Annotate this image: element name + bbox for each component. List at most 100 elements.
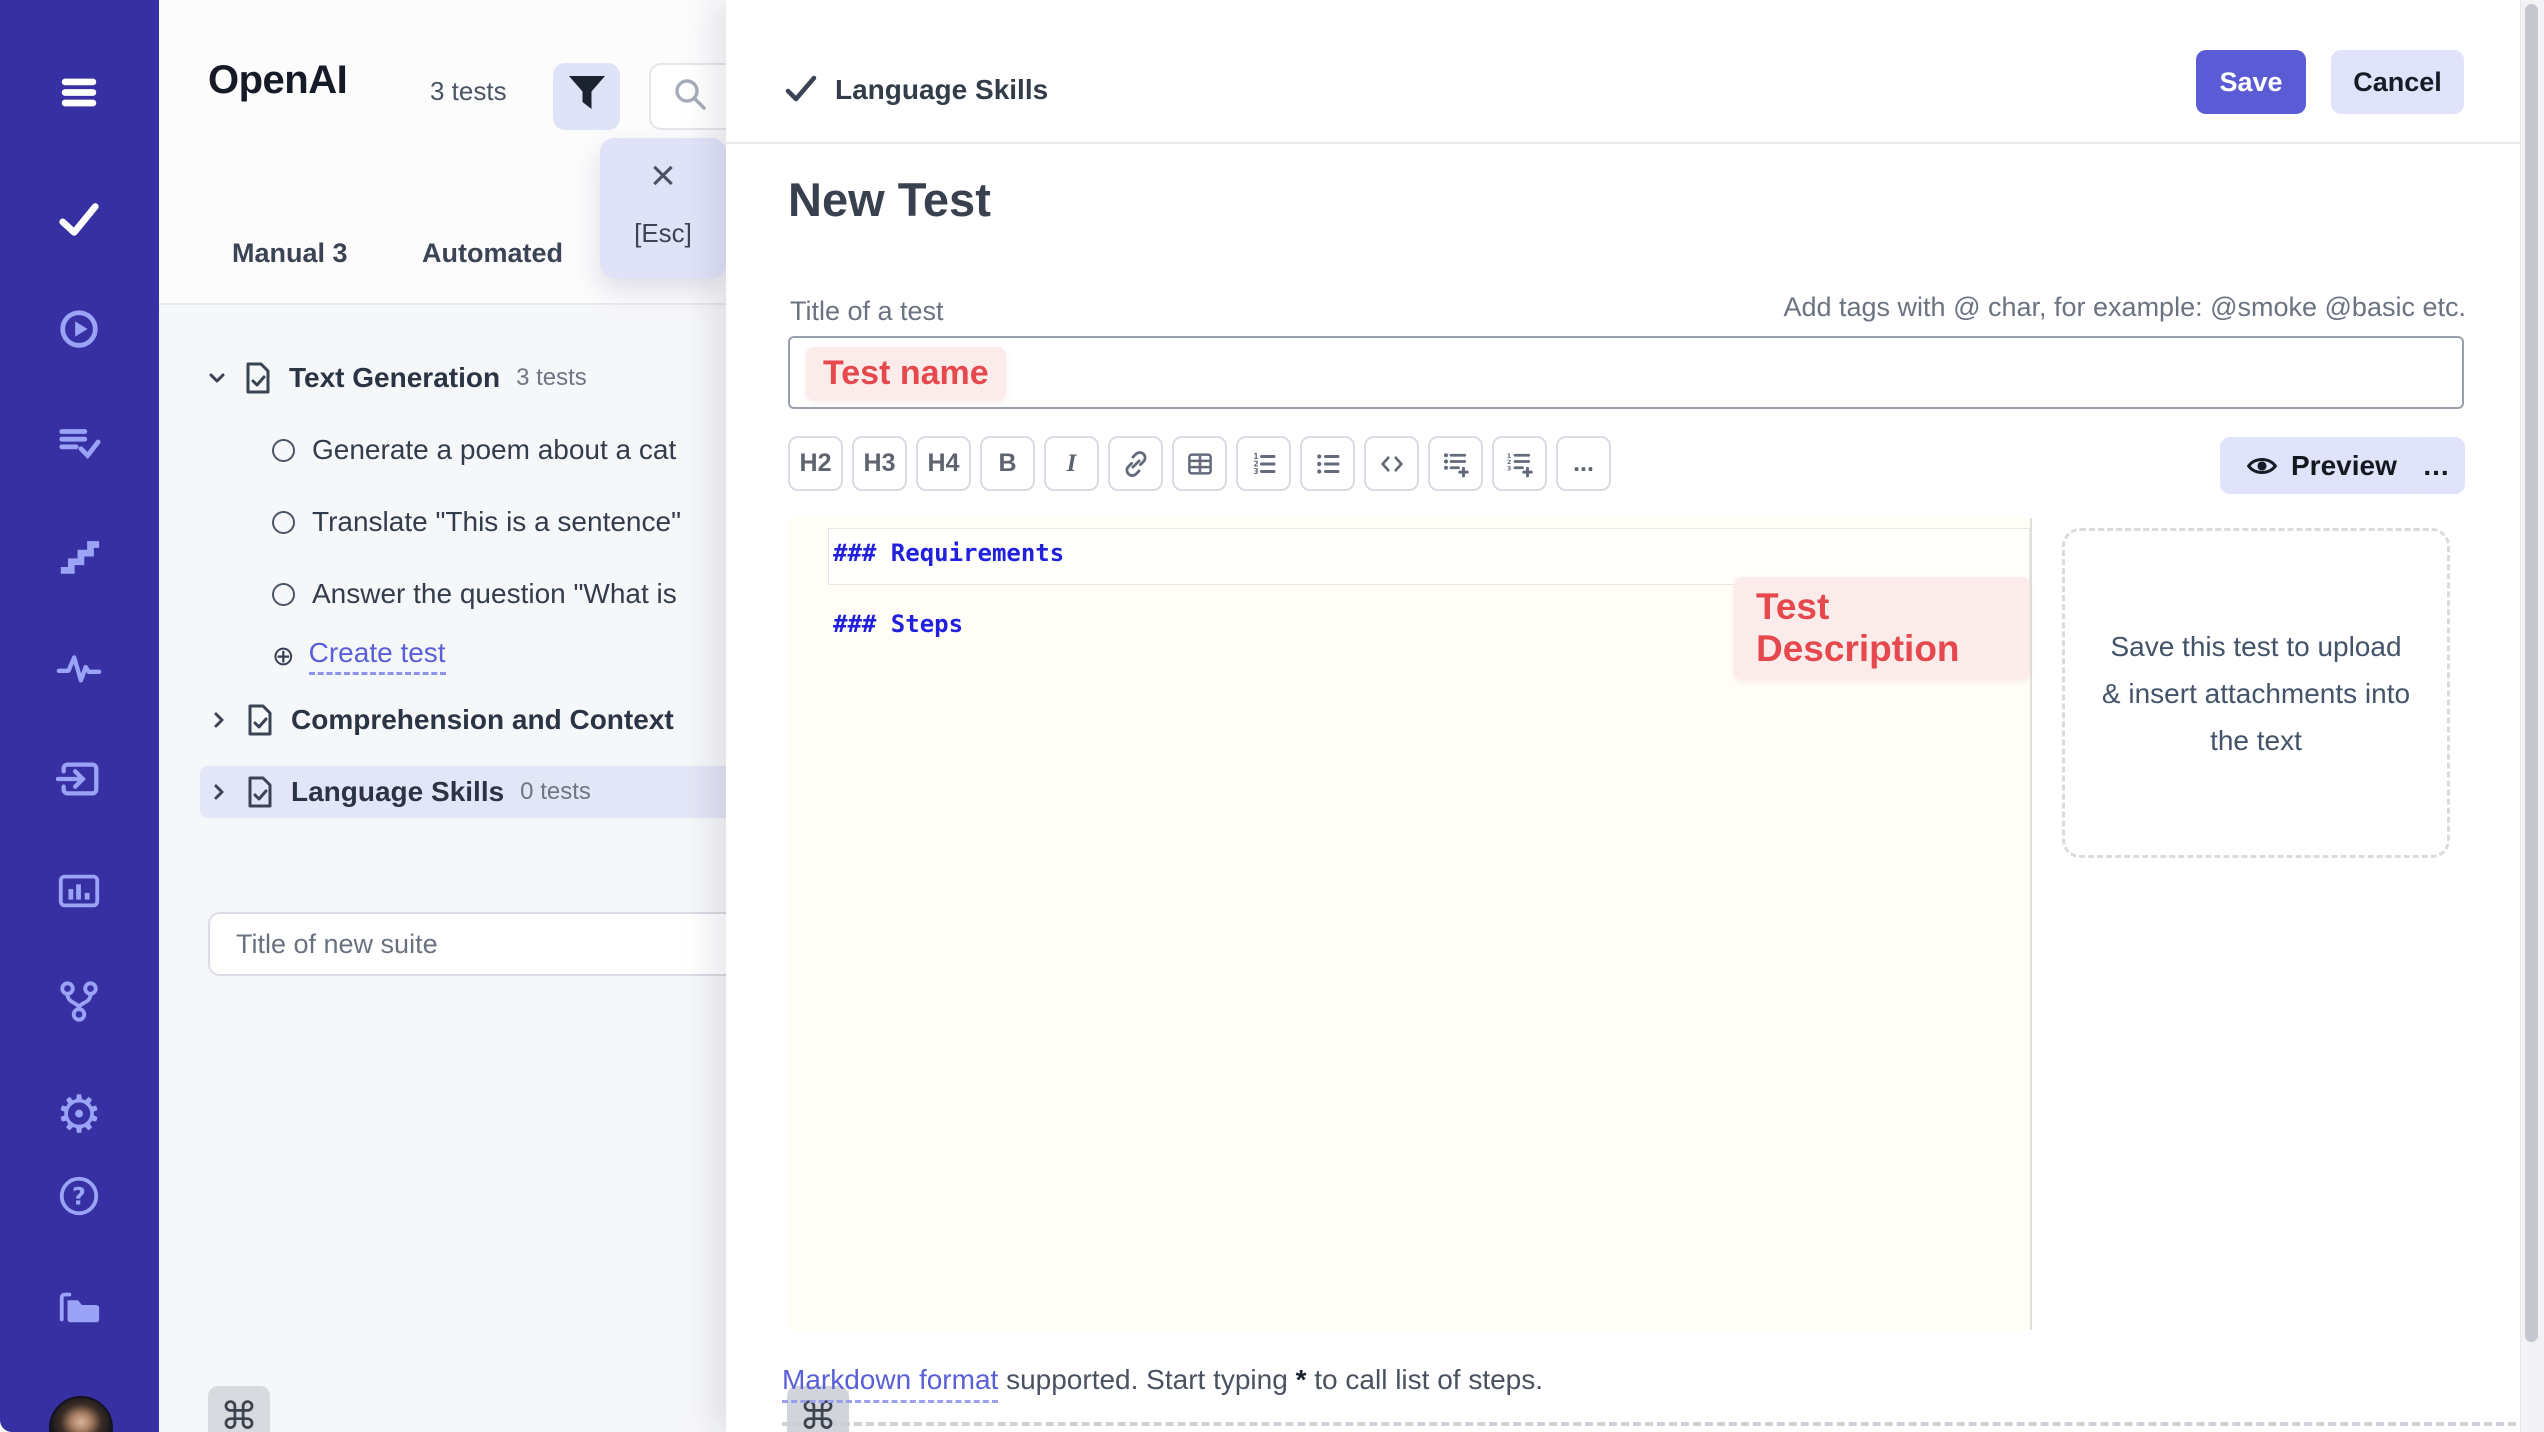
import-icon[interactable] [55,755,103,803]
description-annotation: Test Description [1734,577,2030,679]
tests-check-icon[interactable] [55,195,103,243]
editor-more-button[interactable]: ... [2408,437,2465,494]
italic-button[interactable]: I [1044,436,1099,491]
new-test-overlay: Language Skills Save Cancel New Test Tit… [726,0,2544,1432]
footer-text: supported. Start typing [998,1364,1295,1395]
esc-popup: × [Esc] [600,138,726,278]
suite-row-text-generation[interactable]: Text Generation 3 tests [205,352,726,404]
close-icon[interactable]: × [600,154,726,198]
steps-area-divider [782,1422,2516,1426]
heading3-button[interactable]: H3 [852,436,907,491]
tags-hint: Add tags with @ char, for example: @smok… [1783,292,2466,323]
search-icon [671,75,709,118]
suite-count: 3 tests [516,364,587,392]
suite-row-comprehension[interactable]: Comprehension and Context [207,694,726,746]
page-title: New Test [788,172,991,227]
test-status-icon [272,511,295,534]
test-title: Answer the question "What is [312,578,677,610]
svg-text:?: ? [72,1183,86,1211]
suite-doc-icon [243,775,277,809]
suite-count: 0 tests [520,778,591,806]
suite-row-language-skills-selected[interactable]: Language Skills 0 tests [200,766,726,818]
editor-line-steps: ### Steps [833,610,963,638]
new-suite-title-input[interactable] [208,912,726,976]
filter-button[interactable] [553,63,620,130]
heading4-button[interactable]: H4 [916,436,971,491]
user-avatar[interactable] [49,1396,113,1432]
test-status-icon [272,439,295,462]
footer-text-end: to call list of steps. [1306,1364,1543,1395]
milestones-steps-icon[interactable] [55,531,103,579]
save-button[interactable]: Save [2196,50,2306,114]
breadcrumb: Language Skills [835,74,1048,106]
search-input[interactable] [649,63,726,130]
table-button[interactable] [1172,436,1227,491]
suite-label: Comprehension and Context [291,704,674,736]
chevron-right-icon[interactable] [207,780,231,804]
breadcrumb-check-icon [784,72,818,111]
test-title: Translate "This is a sentence" [312,506,681,538]
project-title: OpenAI [208,58,347,103]
suite-label: Text Generation [289,362,500,394]
tab-manual[interactable]: Manual 3 [232,238,348,269]
create-test-link[interactable]: Create test [309,637,446,675]
projects-folder-icon[interactable] [55,1282,103,1330]
filter-funnel-icon [565,72,609,121]
link-button[interactable] [1108,436,1163,491]
command-key-glyph: ⌘ [220,1394,258,1432]
page-scrollbar-thumb[interactable] [2525,4,2538,1342]
command-key-icon[interactable]: ⌘ [208,1386,270,1432]
help-question-icon[interactable]: ? [55,1172,103,1220]
title-annotation: Test name [806,347,1006,400]
reports-chart-icon[interactable] [55,867,103,915]
preview-label: Preview [2291,450,2397,482]
heading2-button[interactable]: H2 [788,436,843,491]
footer-star: * [1296,1364,1307,1395]
insert-numbered-step-list-button[interactable]: 123 [1492,436,1547,491]
test-runs-play-icon[interactable] [55,305,103,353]
suite-label: Language Skills [291,776,504,808]
attachments-hint: Save this test to upload & insert attach… [2101,623,2411,764]
suite-doc-icon [243,703,277,737]
markdown-format-link[interactable]: Markdown format [782,1364,998,1403]
test-title: Generate a poem about a cat [312,434,676,466]
test-row[interactable]: Translate "This is a sentence" [272,496,726,548]
test-row[interactable]: Generate a poem about a cat [272,424,726,476]
cancel-button[interactable]: Cancel [2331,50,2464,114]
test-title-input[interactable] [788,336,2464,409]
plus-circle-icon: ⊕ [272,641,295,672]
integrations-branch-icon[interactable] [55,977,103,1025]
insert-step-list-button[interactable] [1428,436,1483,491]
attachments-dropzone[interactable]: Save this test to upload & insert attach… [2062,528,2450,858]
bullet-list-button[interactable] [1300,436,1355,491]
code-button[interactable] [1364,436,1419,491]
create-test-row[interactable]: ⊕ Create test [272,630,726,682]
editor-line-requirements: ### Requirements [833,539,1064,567]
settings-gear-icon[interactable]: ⚙ [55,1091,103,1139]
menu-icon[interactable] [55,68,103,116]
test-status-icon [272,583,295,606]
preview-button[interactable]: Preview [2220,437,2423,494]
project-tests-count: 3 tests [430,76,507,107]
bold-button[interactable]: B [980,436,1035,491]
title-field-label: Title of a test [790,296,944,327]
esc-hint-label: [Esc] [600,218,726,249]
description-editor[interactable]: ### Requirements ### Steps Test Descript… [788,518,2032,1330]
chevron-right-icon[interactable] [207,708,231,732]
svg-text:3: 3 [1506,465,1510,472]
app-root: ⚙ ? OpenAI 3 tests × [Esc] Manual 3 Au [0,0,2544,1432]
editor-toolbar: H2 H3 H4 B I 123 123 [788,436,1611,491]
checklist-icon[interactable] [55,419,103,467]
test-row[interactable]: Answer the question "What is [272,568,726,620]
chevron-down-icon[interactable] [205,366,229,390]
markdown-footer-note: Markdown format supported. Start typing … [782,1364,1543,1396]
toolbar-more-button[interactable]: ... [1556,436,1611,491]
tab-automated[interactable]: Automated [422,238,563,269]
suite-doc-icon [241,361,275,395]
svg-text:3: 3 [1253,467,1258,476]
suite-list-panel: OpenAI 3 tests × [Esc] Manual 3 Automate… [159,0,726,1432]
eye-icon [2246,450,2278,482]
main-nav-sidebar: ⚙ ? [0,0,159,1432]
ordered-list-button[interactable]: 123 [1236,436,1291,491]
activity-pulse-icon[interactable] [55,643,103,691]
